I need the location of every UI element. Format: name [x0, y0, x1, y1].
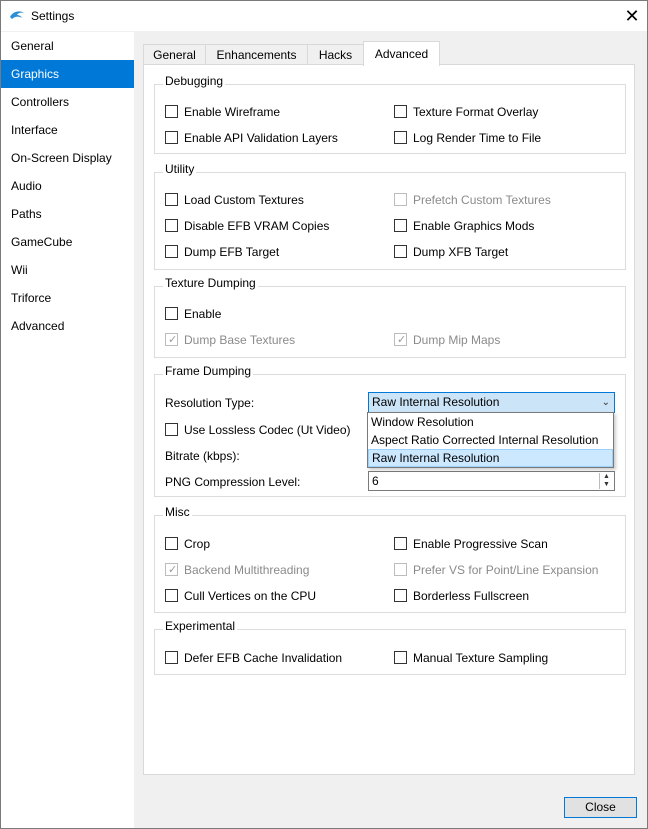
bitrate-label: Bitrate (kbps):	[165, 449, 240, 463]
enable-graphics-mods-checkbox[interactable]: Enable Graphics Mods	[394, 218, 534, 234]
option-aspect-corrected[interactable]: Aspect Ratio Corrected Internal Resoluti…	[368, 431, 613, 449]
close-button[interactable]: Close	[564, 797, 637, 818]
sidebar-item-graphics[interactable]: Graphics	[1, 60, 134, 88]
sidebar-item-triforce[interactable]: Triforce	[1, 284, 134, 312]
experimental-group: Experimental Defer EFB Cache Invalidatio…	[154, 619, 626, 675]
option-window-resolution[interactable]: Window Resolution	[368, 413, 613, 431]
resolution-type-label: Resolution Type:	[165, 396, 255, 410]
crop-checkbox[interactable]: Crop	[165, 536, 210, 552]
lossless-codec-checkbox[interactable]: Use Lossless Codec (Ut Video)	[165, 422, 351, 438]
resolution-type-select[interactable]: Raw Internal Resolution ⌄	[368, 392, 615, 413]
texture-dumping-group: Texture Dumping Enable ✓ Dump Base Textur…	[154, 276, 626, 358]
experimental-title: Experimental	[163, 619, 238, 633]
debugging-title: Debugging	[163, 74, 226, 88]
sidebar-item-wii[interactable]: Wii	[1, 256, 134, 284]
sidebar-item-interface[interactable]: Interface	[1, 116, 134, 144]
misc-title: Misc	[163, 505, 192, 519]
dump-xfb-target-checkbox[interactable]: Dump XFB Target	[394, 244, 508, 260]
load-custom-textures-checkbox[interactable]: Load Custom Textures	[165, 192, 304, 208]
dump-base-textures-checkbox[interactable]: ✓ Dump Base Textures	[165, 332, 295, 348]
dump-efb-target-checkbox[interactable]: Dump EFB Target	[165, 244, 279, 260]
tab-general[interactable]: General	[143, 44, 206, 65]
close-window-icon[interactable]: ✕	[617, 1, 647, 31]
checkmark-icon: ✓	[168, 334, 178, 346]
enable-wireframe-checkbox[interactable]: Enable Wireframe	[165, 104, 280, 120]
utility-title: Utility	[163, 162, 197, 176]
backend-multithreading-checkbox[interactable]: ✓ Backend Multithreading	[165, 562, 309, 578]
tab-advanced[interactable]: Advanced	[363, 41, 440, 66]
misc-group: Misc Crop Enable Progressive Scan ✓ Backe…	[154, 505, 626, 613]
resolution-type-dropdown: Window Resolution Aspect Ratio Corrected…	[367, 412, 614, 468]
tab-enhancements[interactable]: Enhancements	[205, 44, 308, 65]
png-compression-label: PNG Compression Level:	[165, 475, 301, 489]
dump-mip-maps-checkbox[interactable]: ✓ Dump Mip Maps	[394, 332, 500, 348]
texture-dump-enable-checkbox[interactable]: Enable	[165, 306, 221, 322]
texture-dumping-title: Texture Dumping	[163, 276, 258, 290]
texture-format-overlay-checkbox[interactable]: Texture Format Overlay	[394, 104, 538, 120]
frame-dumping-title: Frame Dumping	[163, 364, 254, 378]
title-bar: Settings ✕	[1, 1, 647, 31]
sidebar-item-osd[interactable]: On-Screen Display	[1, 144, 134, 172]
disable-efb-vram-checkbox[interactable]: Disable EFB VRAM Copies	[165, 218, 329, 234]
window-title: Settings	[31, 9, 75, 23]
sidebar-item-paths[interactable]: Paths	[1, 200, 134, 228]
sidebar-item-gamecube[interactable]: GameCube	[1, 228, 134, 256]
tab-hacks[interactable]: Hacks	[307, 44, 364, 65]
spin-up-icon: ▲	[603, 473, 610, 480]
sidebar-item-audio[interactable]: Audio	[1, 172, 134, 200]
sidebar-item-controllers[interactable]: Controllers	[1, 88, 134, 116]
checkmark-icon: ✓	[397, 334, 407, 346]
option-raw-internal[interactable]: Raw Internal Resolution	[368, 449, 613, 467]
progressive-scan-checkbox[interactable]: Enable Progressive Scan	[394, 536, 548, 552]
dolphin-icon	[10, 11, 24, 19]
api-validation-checkbox[interactable]: Enable API Validation Layers	[165, 130, 338, 146]
debugging-group: Debugging Enable Wireframe Texture Forma…	[154, 74, 626, 154]
manual-texture-sampling-checkbox[interactable]: Manual Texture Sampling	[394, 650, 548, 666]
sidebar-item-general[interactable]: General	[1, 32, 134, 60]
defer-efb-checkbox[interactable]: Defer EFB Cache Invalidation	[165, 650, 342, 666]
spin-down-icon: ▼	[603, 481, 610, 488]
spin-buttons[interactable]: ▲ ▼	[599, 473, 613, 489]
utility-group: Utility Load Custom Textures Prefetch Cu…	[154, 162, 626, 270]
prefer-vs-checkbox[interactable]: Prefer VS for Point/Line Expansion	[394, 562, 598, 578]
cull-vertices-checkbox[interactable]: Cull Vertices on the CPU	[165, 588, 316, 604]
sidebar: General Graphics Controllers Interface O…	[1, 32, 134, 828]
png-compression-spinbox[interactable]: 6 ▲ ▼	[368, 471, 615, 491]
prefetch-custom-textures-checkbox[interactable]: Prefetch Custom Textures	[394, 192, 551, 208]
chevron-down-icon: ⌄	[601, 397, 610, 408]
checkmark-icon: ✓	[168, 564, 178, 576]
borderless-fullscreen-checkbox[interactable]: Borderless Fullscreen	[394, 588, 529, 604]
sidebar-item-advanced[interactable]: Advanced	[1, 312, 134, 340]
log-render-time-checkbox[interactable]: Log Render Time to File	[394, 130, 541, 146]
